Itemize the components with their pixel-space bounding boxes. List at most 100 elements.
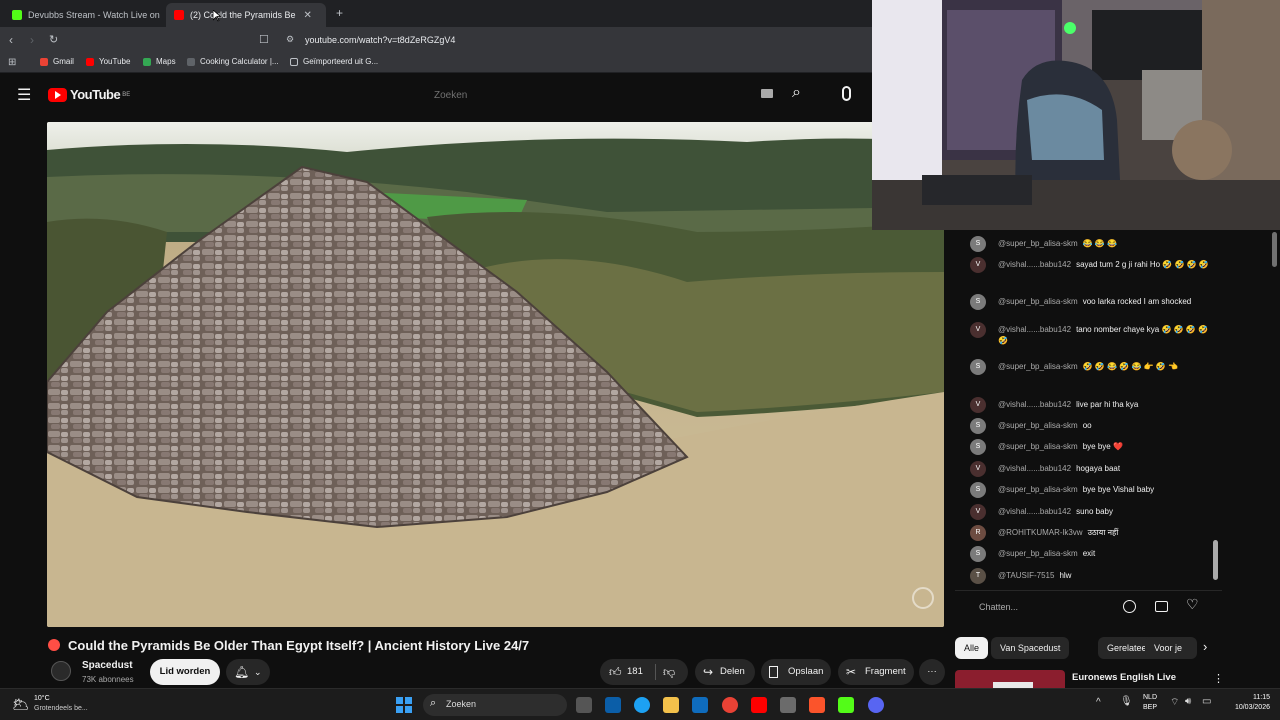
reload-icon[interactable]: ↻ — [49, 33, 58, 46]
youtube-app-icon[interactable] — [751, 697, 767, 713]
language-bottom[interactable]: BEP — [1143, 704, 1157, 711]
bookmark-gmail[interactable]: Gmail — [40, 57, 74, 66]
tab-devubbs-stream[interactable]: Devubbs Stream - Watch Live on — [4, 3, 164, 27]
avatar[interactable]: R — [970, 525, 986, 541]
start-button[interactable] — [396, 697, 412, 713]
share-button[interactable]: ↪ Delen — [695, 659, 755, 685]
join-button[interactable]: Lid worden — [150, 659, 220, 685]
avatar[interactable]: S — [970, 482, 986, 498]
edge-icon[interactable] — [634, 697, 650, 713]
chrome-icon[interactable] — [722, 697, 738, 713]
back-icon[interactable]: ‹ — [9, 33, 13, 47]
chat-author[interactable]: @vishal......babu142 — [998, 507, 1071, 516]
kick-app-icon[interactable] — [838, 697, 854, 713]
task-view-icon[interactable] — [576, 697, 592, 713]
chat-author[interactable]: @super_bp_alisa-skm — [998, 485, 1078, 494]
keyboard-icon[interactable] — [761, 89, 773, 98]
chat-author[interactable]: @ROHITKUMAR-lk3vw — [998, 528, 1083, 537]
bookmark-cooking-calculator[interactable]: Cooking Calculator |... — [187, 57, 279, 66]
notification-bell-button[interactable]: 🔔︎ ⌄ — [226, 659, 270, 685]
forward-icon[interactable]: › — [30, 33, 34, 47]
bookmark-youtube[interactable]: YouTube — [86, 57, 130, 66]
chat-input[interactable]: Chatten... — [979, 602, 1018, 612]
heart-icon[interactable]: ♡ — [1186, 596, 1199, 613]
chat-author[interactable]: @super_bp_alisa-skm — [998, 239, 1078, 248]
chat-author[interactable]: @super_bp_alisa-skm — [998, 442, 1078, 451]
close-tab-icon[interactable]: ✕ — [304, 10, 312, 21]
microphone-tray-icon[interactable]: 🎙︎ — [1120, 696, 1133, 707]
clock-time[interactable]: 11:15 — [1222, 694, 1270, 701]
avatar[interactable]: S — [970, 546, 986, 562]
page-scrollbar[interactable] — [1272, 232, 1277, 267]
up-next-title[interactable]: Euronews English Live — [1072, 672, 1176, 683]
notepad-icon[interactable] — [780, 697, 796, 713]
like-count[interactable]: 181 — [627, 659, 643, 685]
up-next-thumbnail[interactable] — [955, 670, 1065, 688]
weather-icon[interactable]: 🌥︎ — [12, 696, 30, 713]
avatar[interactable]: V — [970, 461, 986, 477]
clip-button[interactable]: ✂ Fragment — [838, 659, 914, 685]
chat-author[interactable]: @super_bp_alisa-skm — [998, 297, 1078, 306]
avatar[interactable]: V — [970, 397, 986, 413]
bookmark-maps[interactable]: Maps — [143, 57, 176, 66]
chip-all[interactable]: Alle — [955, 637, 989, 659]
youtube-logo[interactable]: YouTube BE — [48, 87, 130, 102]
menu-icon[interactable]: ☰ — [17, 85, 31, 105]
more-vert-icon[interactable]: ⋮ — [1213, 672, 1224, 685]
chevron-right-icon[interactable]: › — [1203, 639, 1207, 654]
live-chat-panel[interactable]: S @super_bp_alisa-skm 😂 😂 😂 V @vishal....… — [955, 230, 1222, 585]
thumbs-up-icon[interactable]: 👍︎ — [609, 659, 622, 685]
avatar[interactable]: V — [970, 257, 986, 273]
channel-avatar[interactable] — [51, 661, 71, 681]
battery-icon[interactable]: ▭ — [1202, 696, 1211, 707]
super-chat-icon[interactable] — [1155, 601, 1168, 612]
chat-author[interactable]: @vishal......babu142 — [998, 400, 1071, 409]
emoji-icon[interactable] — [1123, 600, 1136, 613]
avatar[interactable]: S — [970, 418, 986, 434]
avatar[interactable]: S — [970, 236, 986, 252]
weather-desc[interactable]: Grotendeels be... — [34, 705, 88, 712]
apps-grid-icon[interactable]: ⊞ — [8, 57, 16, 68]
chat-author[interactable]: @super_bp_alisa-skm — [998, 549, 1078, 558]
chat-author[interactable]: @TAUSIF-7515 — [998, 571, 1054, 580]
tab-youtube-video[interactable]: (2) Could the Pyramids Be ✕ — [166, 3, 326, 27]
search-input[interactable]: Zoeken — [425, 86, 745, 106]
chat-author[interactable]: @vishal......babu142 — [998, 260, 1071, 269]
show-hidden-icons[interactable]: ^ — [1096, 697, 1101, 708]
wifi-icon[interactable]: ⌔ — [1170, 696, 1179, 709]
thumbs-down-icon[interactable]: 👎︎ — [663, 659, 675, 685]
avatar[interactable]: S — [970, 359, 986, 375]
avatar[interactable]: V — [970, 504, 986, 520]
chip-from-channel[interactable]: Van Spacedust — [991, 637, 1070, 659]
bookmark-folder-imported[interactable]: Geïmporteerd uit G... — [290, 57, 378, 66]
site-info-icon[interactable]: ⚙ — [286, 34, 294, 45]
chat-author[interactable]: @super_bp_alisa-skm — [998, 421, 1078, 430]
save-button[interactable]: Opslaan — [761, 659, 831, 685]
chat-author[interactable]: @super_bp_alisa-skm — [998, 362, 1078, 371]
file-explorer-icon[interactable] — [663, 697, 679, 713]
new-tab-button[interactable]: + — [336, 6, 343, 20]
taskbar-search[interactable]: ⌕ Zoeken — [423, 694, 567, 716]
discord-icon[interactable] — [868, 697, 884, 713]
avatar[interactable]: S — [970, 294, 986, 310]
video-player[interactable] — [47, 122, 944, 627]
language-top[interactable]: NLD — [1143, 694, 1157, 701]
weather-temp[interactable]: 10°C — [34, 695, 50, 702]
bookmark-icon[interactable]: ☐ — [259, 33, 269, 46]
brave-icon[interactable] — [809, 697, 825, 713]
channel-name[interactable]: Spacedust — [82, 660, 133, 671]
avatar[interactable]: V — [970, 322, 986, 338]
avatar[interactable]: S — [970, 439, 986, 455]
chip-for-you[interactable]: Voor je — [1145, 637, 1197, 659]
chat-author[interactable]: @vishal......babu142 — [998, 464, 1071, 473]
address-bar[interactable]: ⚙ youtube.com/watch?v=t8dZeRGZgV4 — [283, 31, 863, 49]
outlook-icon[interactable] — [692, 697, 708, 713]
avatar[interactable]: T — [970, 568, 986, 584]
microphone-icon[interactable] — [842, 86, 851, 101]
chat-author[interactable]: @vishal......babu142 — [998, 325, 1071, 334]
search-icon[interactable]: ⌕ — [792, 84, 801, 102]
volume-icon[interactable]: 🔊︎ — [1185, 696, 1191, 707]
clock-date[interactable]: 10/03/2026 — [1222, 704, 1270, 711]
store-icon[interactable] — [605, 697, 621, 713]
chat-scrollbar[interactable] — [1213, 230, 1219, 585]
